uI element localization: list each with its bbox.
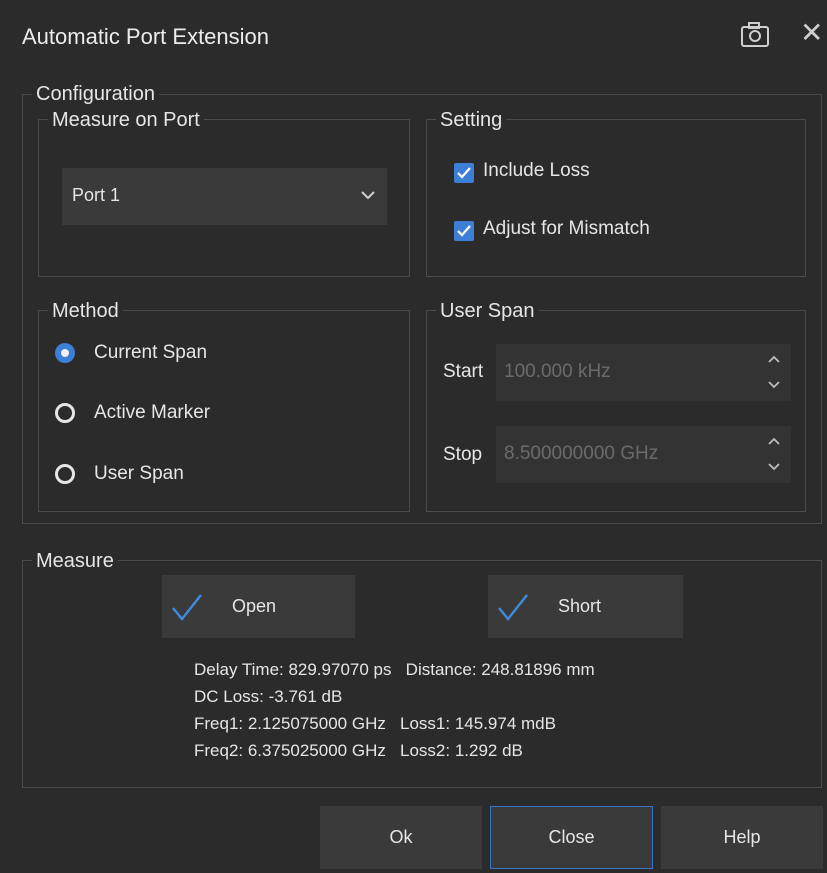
method-current-span-label: Current Span <box>94 342 208 363</box>
measure-legend: Measure <box>32 550 118 572</box>
open-button-label: Open <box>232 596 277 616</box>
start-spinbox[interactable]: 100.000 kHz <box>496 344 791 401</box>
method-user-span-label: User Span <box>94 463 184 484</box>
delay-distance-text: Delay Time: 829.97070 ps Distance: 248.8… <box>194 660 595 679</box>
dc-loss-text: DC Loss: -3.761 dB <box>194 687 343 706</box>
method-active-marker-label: Active Marker <box>94 402 211 423</box>
start-label: Start <box>443 361 484 382</box>
window-title: Automatic Port Extension <box>22 24 270 49</box>
checkmark-icon <box>498 594 528 621</box>
checkmark-icon <box>172 594 202 621</box>
close-button[interactable]: Close <box>490 806 653 869</box>
start-value: 100.000 kHz <box>504 361 611 382</box>
adjust-mismatch-label: Adjust for Mismatch <box>483 218 650 239</box>
measure-on-port-legend: Measure on Port <box>48 109 204 131</box>
freq1-loss1-text: Freq1: 2.125075000 GHz Loss1: 145.974 md… <box>194 714 556 733</box>
open-button[interactable]: Open <box>162 575 355 638</box>
port-select-value: Port 1 <box>72 185 121 205</box>
help-button[interactable]: Help <box>661 806 823 869</box>
ok-button[interactable]: Ok <box>320 806 482 869</box>
setting-legend: Setting <box>436 109 507 131</box>
method-current-span-radio[interactable] <box>55 343 75 363</box>
configuration-legend: Configuration <box>32 83 159 105</box>
include-loss-checkbox[interactable] <box>454 163 474 183</box>
user-span-legend: User Span <box>436 300 539 322</box>
title-bar: Automatic Port Extension ✕ <box>0 0 827 78</box>
method-active-marker-radio[interactable] <box>55 403 75 423</box>
close-button-label: Close <box>548 827 595 847</box>
ok-button-label: Ok <box>389 827 413 847</box>
freq2-loss2-text: Freq2: 6.375025000 GHz Loss2: 1.292 dB <box>194 741 523 760</box>
method-legend: Method <box>48 300 123 322</box>
setting-group <box>426 119 806 277</box>
adjust-mismatch-checkbox[interactable] <box>454 221 474 241</box>
chevron-down-icon[interactable] <box>767 380 781 390</box>
stop-value: 8.500000000 GHz <box>504 443 659 464</box>
chevron-up-icon[interactable] <box>767 354 781 364</box>
help-button-label: Help <box>723 827 761 847</box>
stop-spinbox[interactable]: 8.500000000 GHz <box>496 426 791 483</box>
chevron-up-icon[interactable] <box>767 436 781 446</box>
method-user-span-radio[interactable] <box>55 464 75 484</box>
close-icon[interactable]: ✕ <box>800 18 823 48</box>
stop-label: Stop <box>443 444 483 465</box>
short-button[interactable]: Short <box>488 575 683 638</box>
camera-icon[interactable] <box>740 22 770 48</box>
short-button-label: Short <box>558 596 602 616</box>
port-select[interactable]: Port 1 <box>62 168 387 225</box>
include-loss-label: Include Loss <box>483 160 590 181</box>
chevron-down-icon[interactable] <box>767 462 781 472</box>
chevron-down-icon <box>361 191 375 200</box>
